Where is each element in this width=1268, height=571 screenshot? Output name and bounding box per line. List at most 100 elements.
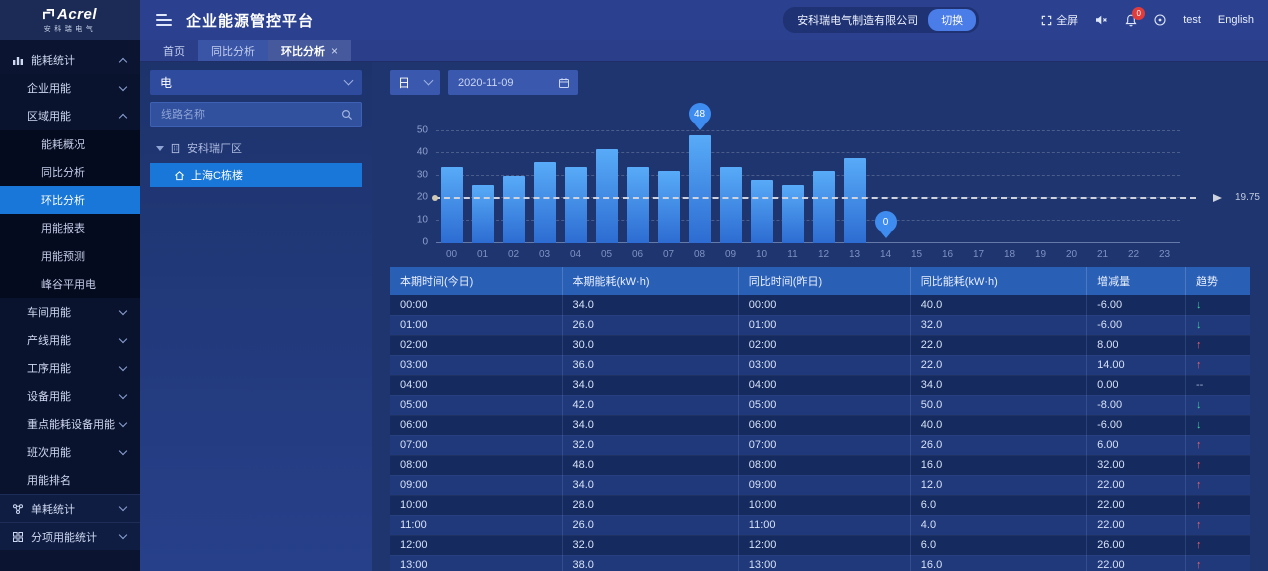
content-row: 电 安科瑞厂区 上海C栋楼: [140, 62, 1268, 571]
sidebar-item[interactable]: 能耗概况: [0, 130, 140, 158]
x-tick-label: 10: [746, 249, 777, 260]
table-row[interactable]: 05:0042.005:0050.0-8.00↓: [390, 395, 1250, 415]
tree-expander-icon[interactable]: [156, 146, 164, 151]
sidebar-item[interactable]: 产线用能: [0, 326, 140, 354]
table-row[interactable]: 08:0048.008:0016.032.00↑: [390, 455, 1250, 475]
sidebar-item[interactable]: 班次用能: [0, 438, 140, 466]
trend-down-icon: ↓: [1196, 299, 1202, 311]
bar[interactable]: [565, 167, 587, 243]
sidebar-item[interactable]: 用能预测: [0, 242, 140, 270]
table-cell: 13:00: [390, 555, 562, 571]
trend-cell: ↓: [1185, 415, 1250, 435]
bar-slot: 0: [870, 103, 901, 243]
logo-text: Acrel: [43, 6, 97, 23]
bar-slot: [932, 103, 963, 243]
sidebar-item[interactable]: 峰谷平用电: [0, 270, 140, 298]
table-cell: 32.0: [910, 315, 1086, 335]
bar[interactable]: [503, 176, 525, 243]
tree-node-selected[interactable]: 上海C栋楼: [150, 163, 362, 187]
bar[interactable]: [689, 135, 711, 243]
sidebar-item[interactable]: 同比分析: [0, 158, 140, 186]
switch-company-button[interactable]: 切换: [928, 9, 976, 31]
bar[interactable]: [844, 158, 866, 243]
sidebar-item[interactable]: 工序用能: [0, 354, 140, 382]
table-row[interactable]: 00:0034.000:0040.0-6.00↓: [390, 295, 1250, 315]
user-menu[interactable]: test: [1183, 14, 1201, 26]
sidebar-item[interactable]: 车间用能: [0, 298, 140, 326]
y-tick-label: 10: [402, 214, 428, 225]
sidebar-item[interactable]: 区域用能: [0, 102, 140, 130]
tab-item[interactable]: 环比分析×: [268, 40, 351, 61]
chevron-up-icon: [119, 113, 127, 121]
line-search-input[interactable]: [159, 108, 341, 122]
table-row[interactable]: 13:0038.013:0016.022.00↑: [390, 555, 1250, 571]
mute-button[interactable]: [1095, 14, 1108, 26]
help-button[interactable]: [1154, 14, 1166, 26]
period-select[interactable]: 日: [390, 70, 440, 95]
energy-type-value: 电: [160, 74, 172, 91]
table-row[interactable]: 04:0034.004:0034.00.00--: [390, 375, 1250, 395]
acrel-logo-icon: [43, 9, 54, 20]
bar[interactable]: [534, 162, 556, 243]
bar-slot: [715, 103, 746, 243]
sidebar-item[interactable]: 用能排名: [0, 466, 140, 494]
table-row[interactable]: 06:0034.006:0040.0-6.00↓: [390, 415, 1250, 435]
sidebar-item[interactable]: 单耗统计: [0, 494, 140, 522]
table-row[interactable]: 10:0028.010:006.022.00↑: [390, 495, 1250, 515]
sidebar-item[interactable]: 环比分析: [0, 186, 140, 214]
bar[interactable]: [441, 167, 463, 243]
tab-item[interactable]: 同比分析: [198, 40, 268, 61]
bar[interactable]: [813, 171, 835, 243]
table-row[interactable]: 03:0036.003:0022.014.00↑: [390, 355, 1250, 375]
average-line-dot: [432, 195, 438, 201]
sidebar-item[interactable]: 重点能耗设备用能: [0, 410, 140, 438]
sidebar-item-label: 设备用能: [27, 388, 71, 404]
sidebar-item[interactable]: 企业用能: [0, 74, 140, 102]
table-cell: 14.00: [1087, 355, 1186, 375]
sidebar-item[interactable]: 能耗统计: [0, 46, 140, 74]
sidebar-item[interactable]: 用能报表: [0, 214, 140, 242]
bar[interactable]: [782, 185, 804, 243]
table-cell: 10:00: [738, 495, 910, 515]
bar-slot: [436, 103, 467, 243]
table-cell: 11:00: [390, 515, 562, 535]
energy-type-select[interactable]: 电: [150, 70, 362, 95]
bar[interactable]: [720, 167, 742, 243]
chevron-down-icon: [119, 306, 127, 314]
bar[interactable]: [472, 185, 494, 243]
table-row[interactable]: 07:0032.007:0026.06.00↑: [390, 435, 1250, 455]
table-cell: 10:00: [390, 495, 562, 515]
bar[interactable]: [751, 180, 773, 243]
sidebar-item[interactable]: 分项用能统计: [0, 522, 140, 550]
search-icon[interactable]: [341, 109, 353, 121]
chart-x-axis: 0001020304050607080910111213141516171819…: [436, 245, 1180, 263]
tree-node-root[interactable]: 安科瑞厂区: [150, 136, 362, 163]
table-body: 00:0034.000:0040.0-6.00↓01:0026.001:0032…: [390, 295, 1250, 571]
tab-item[interactable]: 首页: [150, 40, 198, 61]
date-input[interactable]: [456, 76, 536, 90]
date-picker[interactable]: [448, 70, 578, 95]
table-row[interactable]: 12:0032.012:006.026.00↑: [390, 535, 1250, 555]
bars-container: 480: [436, 103, 1180, 243]
table-row[interactable]: 02:0030.002:0022.08.00↑: [390, 335, 1250, 355]
chevron-down-icon: [119, 362, 127, 370]
tab-close-icon[interactable]: ×: [331, 44, 338, 58]
table-row[interactable]: 11:0026.011:004.022.00↑: [390, 515, 1250, 535]
sidebar-item[interactable]: 设备用能: [0, 382, 140, 410]
language-switcher[interactable]: English: [1218, 14, 1254, 26]
trend-cell: ↑: [1185, 535, 1250, 555]
sidebar-item-label: 用能报表: [41, 220, 85, 236]
table-row[interactable]: 09:0034.009:0012.022.00↑: [390, 475, 1250, 495]
table-row[interactable]: 01:0026.001:0032.0-6.00↓: [390, 315, 1250, 335]
notification-bell[interactable]: 0: [1125, 14, 1137, 27]
chevron-down-icon: [119, 418, 127, 426]
bar[interactable]: [627, 167, 649, 243]
table-cell: 34.0: [562, 375, 738, 395]
fullscreen-button[interactable]: 全屏: [1041, 12, 1078, 28]
bar[interactable]: [658, 171, 680, 243]
calendar-icon[interactable]: [558, 77, 570, 89]
page-title: 企业能源管控平台: [186, 10, 314, 31]
x-tick-label: 21: [1087, 249, 1118, 260]
collapse-menu-icon[interactable]: [156, 14, 172, 26]
x-tick-label: 22: [1118, 249, 1149, 260]
